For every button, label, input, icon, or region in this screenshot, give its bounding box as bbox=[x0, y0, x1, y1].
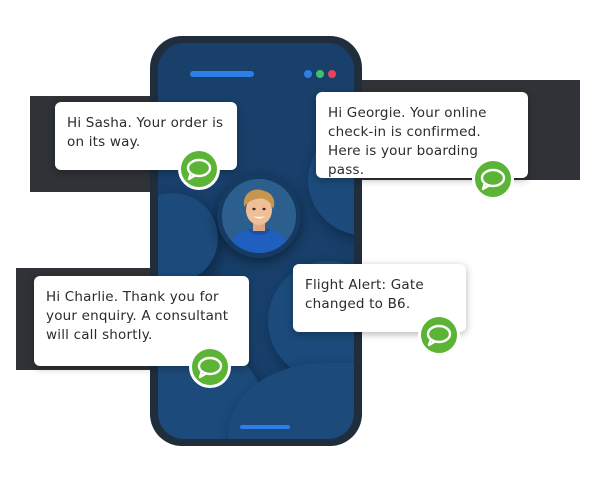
speaker-bar bbox=[190, 71, 254, 77]
status-dot-green bbox=[316, 70, 324, 78]
chat-bubble-icon bbox=[418, 314, 460, 356]
status-dot-red bbox=[328, 70, 336, 78]
chat-bubble-icon bbox=[472, 158, 514, 200]
screen-decor-shape bbox=[158, 193, 218, 283]
message-text: Flight Alert: Gate changed to B6. bbox=[305, 277, 424, 312]
message-text: Hi Sasha. Your order is on its way. bbox=[67, 115, 224, 150]
chat-bubble-icon bbox=[178, 148, 220, 190]
person-avatar bbox=[222, 179, 296, 253]
message-text: Hi Georgie. Your online check-in is conf… bbox=[328, 105, 487, 178]
status-dot-blue bbox=[304, 70, 312, 78]
avatar-ring bbox=[217, 174, 301, 258]
chat-bubble-icon bbox=[189, 346, 231, 388]
home-indicator bbox=[240, 425, 290, 429]
message-text: Hi Charlie. Thank you for your enquiry. … bbox=[46, 289, 229, 343]
